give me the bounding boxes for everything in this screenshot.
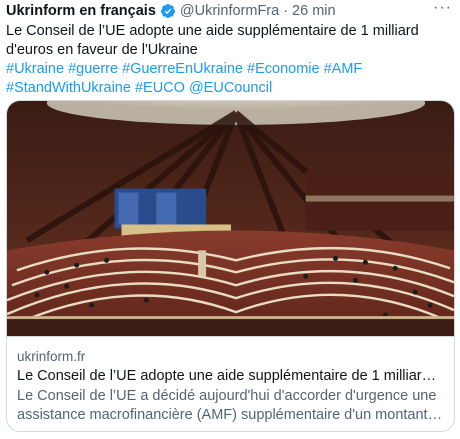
parliament-chamber-image <box>7 101 454 337</box>
more-horizontal-icon[interactable]: ··· <box>433 0 452 16</box>
tweet-time[interactable]: 26 min <box>292 3 336 19</box>
hashtag-link[interactable]: #Economie <box>247 61 320 77</box>
link-preview-card[interactable]: ukrinform.fr Le Conseil de l’UE adopte u… <box>6 100 455 432</box>
hashtag-link[interactable]: #AMF <box>324 61 363 77</box>
hashtag-link[interactable]: #Ukraine <box>6 61 64 77</box>
tweet-hashtags: #Ukraine #guerre #GuerreEnUkraine #Econo… <box>6 60 454 98</box>
card-description: Le Conseil de l’UE a décidé aujourd'hui … <box>17 388 437 423</box>
tweet-header: Ukrinform en français @UkrinformFra · 26… <box>6 0 454 22</box>
hashtag-link[interactable]: #StandWithUkraine <box>6 80 131 96</box>
hashtag-link[interactable]: #guerre <box>68 61 118 77</box>
author-name[interactable]: Ukrinform en français <box>6 3 156 19</box>
tweet-text: Le Conseil de l’UE adopte une aide suppl… <box>6 23 419 58</box>
mention-link[interactable]: @EUCouncil <box>189 80 272 96</box>
verified-badge-icon <box>160 4 175 18</box>
hashtag-link[interactable]: #EUCO <box>135 80 185 96</box>
card-meta: ukrinform.fr Le Conseil de l’UE adopte u… <box>7 337 454 425</box>
hashtag-link[interactable]: #GuerreEnUkraine <box>122 61 243 77</box>
card-title: Le Conseil de l’UE adopte une aide suppl… <box>17 368 444 384</box>
tweet[interactable]: Ukrinform en français @UkrinformFra · 26… <box>0 0 460 439</box>
author-handle[interactable]: @UkrinformFra <box>180 3 279 19</box>
separator-dot: · <box>283 3 289 19</box>
card-domain: ukrinform.fr <box>17 349 86 364</box>
